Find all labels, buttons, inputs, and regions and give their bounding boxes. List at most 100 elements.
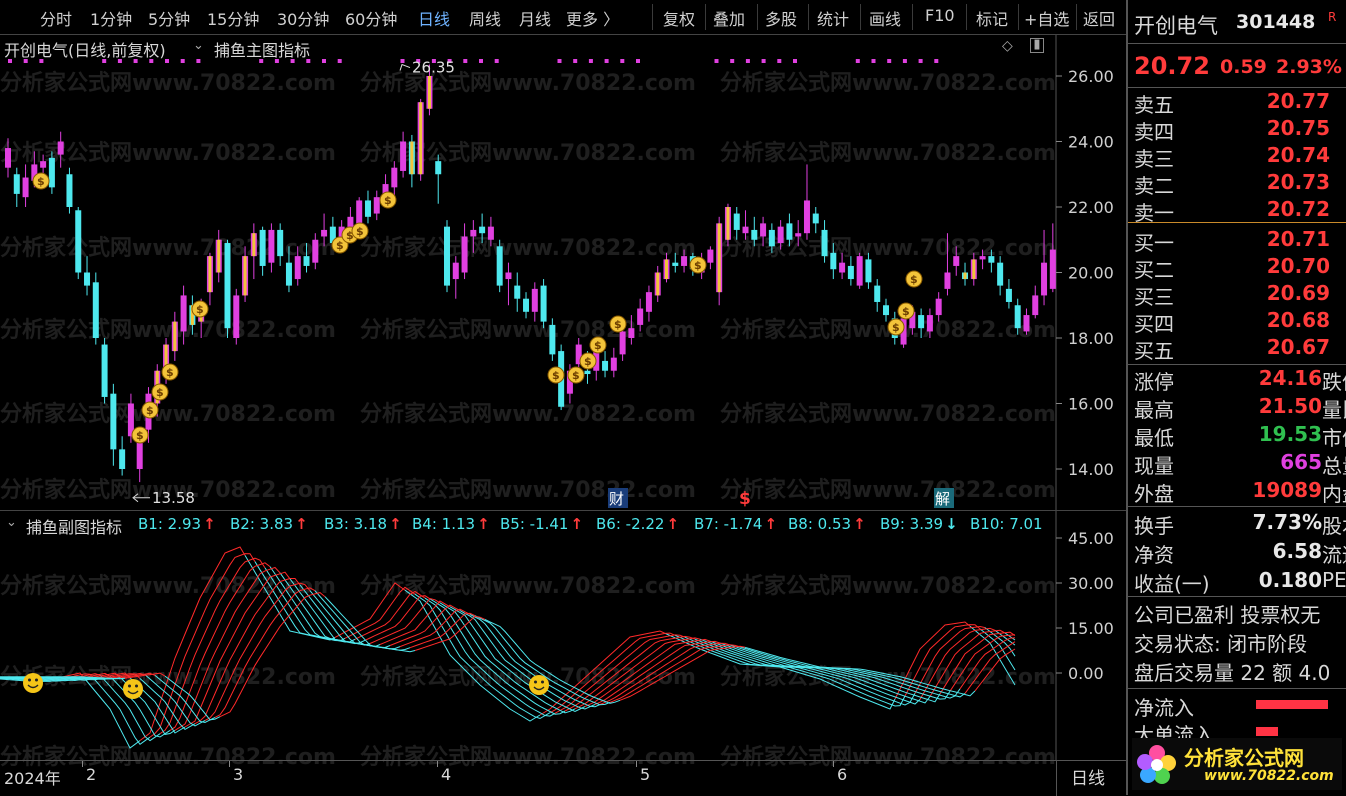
money-bag-icon: $	[567, 366, 585, 384]
toolbar-item-14[interactable]: 画线	[869, 6, 901, 30]
info-text: 公司已盈利 投票权无	[1134, 603, 1321, 627]
toolbar-item-9[interactable]: 更多 〉	[566, 6, 619, 30]
price-tick: 22.00	[1068, 198, 1114, 217]
candle	[953, 246, 960, 276]
candle	[277, 223, 284, 266]
toolbar-item-6[interactable]: 日线	[418, 6, 450, 30]
bid-row: 买二 20.70	[1132, 254, 1346, 282]
toolbar-item-15[interactable]: F10	[925, 6, 955, 25]
candle	[391, 161, 398, 198]
candle	[610, 347, 617, 378]
stock-name: 开创电气	[1134, 14, 1218, 38]
candle	[101, 338, 108, 404]
toolbar-item-2[interactable]: 5分钟	[148, 6, 190, 30]
svg-text:$: $	[356, 225, 364, 238]
sub-indicator-name[interactable]: 捕鱼副图指标	[26, 514, 122, 538]
b-value-8: B8: 0.53 ↑	[788, 515, 866, 533]
ask-price: 20.74	[1266, 143, 1330, 167]
period-label: 日线	[1071, 769, 1105, 789]
toolbar-item-16[interactable]: 标记	[976, 6, 1008, 30]
stat2-row: 收益(一) 0.180 PE	[1132, 568, 1346, 596]
b-line	[699, 638, 931, 704]
stat2-value: 0.180	[1258, 568, 1322, 592]
toolbar-item-12[interactable]: 多股	[765, 6, 797, 30]
b-arrow-icon: ↑	[389, 515, 402, 533]
candle	[470, 220, 477, 253]
stat-cut-label: 总量	[1322, 454, 1346, 478]
toolbar-item-10[interactable]: 复权	[663, 6, 695, 30]
price-tick: 20.00	[1068, 264, 1114, 283]
flow-bar	[1256, 727, 1278, 736]
svg-text:0.00: 0.00	[1068, 664, 1104, 683]
price-tick: 14.00	[1068, 460, 1114, 479]
b-line	[404, 589, 541, 722]
bid-label: 买一	[1134, 231, 1174, 255]
stock-flag: R	[1328, 10, 1337, 24]
flow-row: 净流入	[1132, 692, 1346, 720]
candle	[444, 220, 450, 293]
b-value-3: B3: 3.18 ↑	[324, 515, 402, 533]
toolbar-item-13[interactable]: 统计	[817, 6, 849, 30]
b-arrow-icon: ↑	[203, 515, 216, 533]
stat-label: 最低	[1134, 426, 1174, 450]
toolbar-item-11[interactable]: 叠加	[713, 6, 745, 30]
candle	[92, 272, 99, 345]
sub-chart[interactable]: 45.00 30.00 15.00 0.00 ⌄ 捕鱼副图指标 B1: 2.93 ↑ B2…	[0, 510, 1126, 761]
b-arrow-icon: ↑	[764, 515, 778, 533]
money-bag-icon: $	[547, 366, 565, 384]
svg-text:$: $	[902, 305, 910, 318]
b-line	[169, 562, 271, 731]
candle	[549, 318, 556, 361]
candle	[285, 246, 292, 293]
candle	[645, 285, 652, 322]
stat-cut-label: 内盘	[1322, 482, 1346, 506]
candle	[57, 131, 64, 168]
stat-cut-label: 市值	[1322, 426, 1346, 450]
candle	[119, 436, 126, 476]
toolbar-item-0[interactable]: 分时	[40, 6, 72, 30]
b-value-6: B6: -2.22 ↑	[596, 515, 680, 533]
candle	[259, 226, 266, 276]
svg-text:$: $	[146, 404, 154, 417]
info-text: 交易状态: 闭市阶段	[1134, 632, 1308, 656]
main-chart[interactable]: 开创电气(日线,前复权) ⌄ 捕鱼主图指标 ◇ ▮ 26.00 24.00 22.0…	[0, 35, 1126, 510]
candle	[373, 190, 380, 221]
stat2-value: 7.73%	[1252, 510, 1322, 534]
sub-indicator-dropdown-icon[interactable]: ⌄	[6, 515, 17, 530]
svg-text:$: $	[572, 369, 580, 382]
quote-header: 开创电气 301448 R	[1132, 10, 1346, 38]
toolbar-item-18[interactable]: 返回	[1083, 6, 1115, 30]
candle	[400, 131, 407, 178]
toolbar-item-17[interactable]: +自选	[1024, 6, 1069, 30]
toolbar-item-8[interactable]: 月线	[519, 6, 551, 30]
toolbar-item-7[interactable]: 周线	[469, 6, 501, 30]
high-label: 26.35	[412, 59, 455, 77]
b-line	[414, 615, 486, 651]
ask-price: 20.72	[1266, 197, 1330, 221]
finance-marker: 财	[608, 488, 628, 508]
bid-price: 20.69	[1266, 281, 1330, 305]
candle	[1005, 279, 1012, 309]
candle	[865, 252, 872, 289]
b-arrow-icon: ↑	[853, 515, 866, 533]
toolbar-item-3[interactable]: 15分钟	[207, 6, 259, 30]
time-label: 4	[441, 765, 452, 784]
stat-label: 最高	[1134, 398, 1174, 422]
ask-label: 卖二	[1134, 174, 1174, 198]
unlock-marker: 解	[934, 488, 954, 508]
toolbar-item-5[interactable]: 60分钟	[345, 6, 397, 30]
svg-text:$: $	[136, 429, 144, 442]
candle	[268, 223, 275, 273]
money-bag-icon: $	[151, 383, 169, 401]
ask-label: 卖三	[1134, 147, 1174, 171]
site-logo: 分析家公式网 www.70822.com	[1132, 738, 1342, 790]
toolbar-item-1[interactable]: 1分钟	[90, 6, 132, 30]
candle	[997, 256, 1004, 296]
b-value-1: B1: 2.93 ↑	[138, 515, 216, 533]
smiley-icon	[529, 675, 549, 695]
candle	[935, 292, 942, 322]
toolbar-item-4[interactable]: 30分钟	[277, 6, 329, 30]
b-line	[439, 602, 576, 714]
stat2-cut-label: 股本	[1322, 514, 1346, 538]
stat-row: 最低 19.53市值	[1132, 422, 1346, 450]
